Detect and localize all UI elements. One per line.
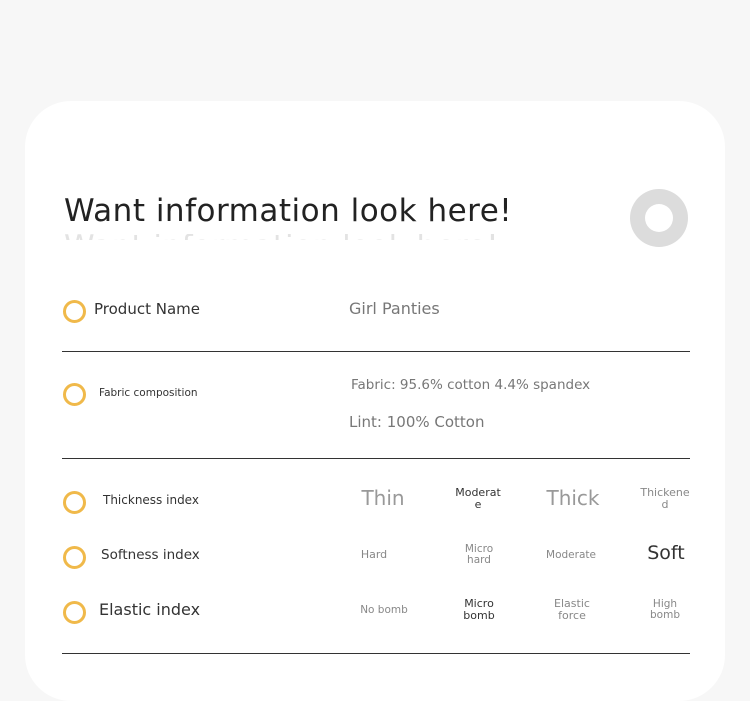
softness-option-soft: Soft	[647, 542, 685, 564]
divider	[62, 351, 690, 352]
bullet-icon	[63, 546, 86, 569]
softness-option-moderate: Moderate	[546, 549, 596, 561]
softness-option-hard: Hard	[360, 548, 388, 561]
thickness-option-thick: Thick	[546, 486, 600, 510]
bullet-icon	[63, 601, 86, 624]
ring-icon	[630, 189, 688, 247]
fabric-composition-label: Fabric composition	[99, 387, 198, 399]
title-reflection: Want information look here!	[64, 234, 504, 240]
fabric-value: Fabric: 95.6% cotton 4.4% spandex	[351, 377, 591, 393]
elastic-option-elastic-force: Elastic force	[554, 597, 590, 622]
bullet-icon	[63, 383, 86, 406]
softness-index-label: Softness index	[101, 547, 200, 563]
product-name-label: Product Name	[94, 300, 200, 318]
product-name-value: Girl Panties	[349, 299, 440, 318]
bullet-icon	[63, 491, 86, 514]
elastic-option-micro-bomb: Micro bomb	[463, 597, 495, 622]
page-title: Want information look here!	[64, 193, 513, 229]
elastic-index-label: Elastic index	[99, 600, 201, 619]
thickness-option-thickened: Thickene d	[640, 486, 690, 511]
elastic-option-no-bomb: No bomb	[360, 604, 408, 616]
thickness-option-thin: Thin	[361, 486, 405, 510]
bullet-icon	[63, 300, 86, 323]
elastic-option-high-bomb: High bomb	[650, 598, 680, 622]
lint-value: Lint: 100% Cotton	[349, 413, 485, 431]
softness-option-micro-hard: Micro hard	[464, 543, 494, 567]
thickness-index-label: Thickness index	[103, 493, 199, 507]
divider	[62, 458, 690, 459]
thickness-option-moderate: Moderat e	[455, 486, 501, 511]
